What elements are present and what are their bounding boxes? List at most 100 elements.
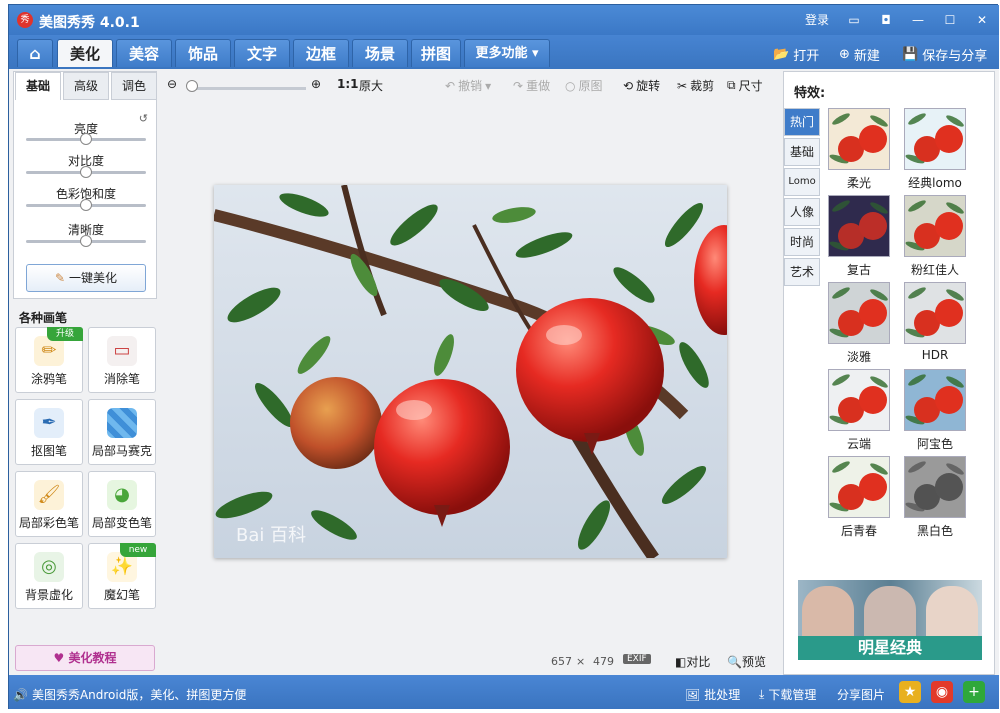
adjust-subtabs: 基础 高级 调色 bbox=[14, 72, 158, 100]
pomegranate-image: Bai 百科 bbox=[214, 185, 727, 558]
tab-accessory[interactable]: 饰品 bbox=[175, 39, 231, 67]
slider-knob[interactable] bbox=[80, 199, 92, 211]
exif-badge[interactable]: EXIF bbox=[623, 654, 651, 664]
tab-more[interactable]: 更多功能 ▾ bbox=[464, 39, 550, 67]
tab-frame[interactable]: 边框 bbox=[293, 39, 349, 67]
original-button[interactable]: ○ 原图 bbox=[565, 77, 603, 94]
effect-category-fashion[interactable]: 时尚 bbox=[784, 228, 820, 256]
redo-button[interactable]: ↷ 重做 bbox=[513, 77, 550, 94]
effect-thumbnail[interactable] bbox=[904, 282, 966, 344]
brush-magic[interactable]: ✨ 魔幻笔 new bbox=[88, 543, 156, 609]
zoom-in-icon[interactable]: ⊕ bbox=[311, 77, 321, 91]
promo-banner[interactable]: 明星经典 bbox=[798, 580, 982, 660]
preview-button[interactable]: 🔍预览 bbox=[727, 653, 766, 670]
effect-category-basic[interactable]: 基础 bbox=[784, 138, 820, 166]
slider-contrast[interactable] bbox=[26, 166, 146, 178]
mosaic-icon bbox=[107, 408, 137, 438]
tab-face[interactable]: 美容 bbox=[116, 39, 172, 67]
tab-scene[interactable]: 场景 bbox=[352, 39, 408, 67]
batch-icon: 🖼 bbox=[685, 687, 701, 702]
maximize-icon[interactable]: ☐ bbox=[943, 13, 957, 27]
brush-recolor[interactable]: ◕ 局部变色笔 bbox=[88, 471, 156, 537]
onekey-beautify-button[interactable]: ✎ 一键美化 bbox=[26, 264, 146, 292]
resize-label: 尺寸 bbox=[738, 79, 763, 93]
save-share-button[interactable]: 💾 保存与分享 bbox=[902, 45, 987, 64]
subtab-advanced[interactable]: 高级 bbox=[63, 72, 109, 100]
tab-home[interactable]: ⌂ bbox=[17, 39, 53, 67]
brush-blur-bg[interactable]: ◎ 背景虚化 bbox=[15, 543, 83, 609]
brush-color[interactable]: 🖌 局部彩色笔 bbox=[15, 471, 83, 537]
resize-icon: ⧉ bbox=[727, 78, 736, 92]
tab-beautify[interactable]: 美化 bbox=[57, 39, 113, 67]
brush-label: 局部变色笔 bbox=[91, 516, 152, 530]
message-icon[interactable]: ▭ bbox=[847, 13, 861, 27]
new-button[interactable]: ⊕ 新建 bbox=[839, 45, 880, 64]
zoom-slider[interactable] bbox=[191, 87, 306, 90]
tab-collage[interactable]: 拼图 bbox=[411, 39, 461, 67]
brush-mosaic[interactable]: 局部马赛克 bbox=[88, 399, 156, 465]
effect-thumbnail[interactable] bbox=[828, 195, 890, 257]
original-size-button[interactable]: 原大 bbox=[359, 77, 383, 94]
open-label: 打开 bbox=[793, 49, 820, 64]
effect-category-art[interactable]: 艺术 bbox=[784, 258, 820, 286]
tab-text[interactable]: 文字 bbox=[234, 39, 290, 67]
effect-thumbnail[interactable] bbox=[828, 456, 890, 518]
tutorial-button[interactable]: ♥ 美化教程 bbox=[15, 645, 155, 671]
login-link[interactable]: 登录 bbox=[805, 11, 829, 28]
main-photo[interactable]: Bai 百科 bbox=[214, 185, 727, 558]
subtab-color[interactable]: 调色 bbox=[111, 72, 157, 100]
promo-link[interactable]: 🔊 美图秀秀Android版，美化、拼图更方便 bbox=[13, 686, 246, 703]
effect-thumbnail[interactable] bbox=[828, 108, 890, 170]
speaker-icon: 🔊 bbox=[13, 687, 28, 702]
brush-doodle[interactable]: ✏ 涂鸦笔 升级 bbox=[15, 327, 83, 393]
eraser-icon: ▭ bbox=[107, 336, 137, 366]
undo-dropdown-icon[interactable]: ▾ bbox=[485, 79, 491, 93]
effect-thumbnail[interactable] bbox=[828, 282, 890, 344]
undo-button[interactable]: ↶ 撤销 ▾ bbox=[445, 77, 491, 94]
skin-icon[interactable]: ◘ bbox=[879, 13, 893, 27]
slider-saturation[interactable] bbox=[26, 199, 146, 211]
download-manager-button[interactable]: ⤓ 下载管理 bbox=[759, 686, 816, 703]
effect-label: 后青春 bbox=[840, 524, 877, 538]
subtab-basic[interactable]: 基础 bbox=[15, 72, 61, 100]
effect-category-lomo[interactable]: Lomo bbox=[784, 168, 820, 196]
effect-category-hot[interactable]: 热门 bbox=[784, 108, 820, 136]
add-icon[interactable]: + bbox=[963, 681, 985, 703]
effect-thumbnail[interactable] bbox=[828, 369, 890, 431]
effect-thumbnail[interactable] bbox=[904, 456, 966, 518]
zoom-out-icon[interactable]: ⊖ bbox=[167, 77, 177, 91]
slider-knob[interactable] bbox=[80, 235, 92, 247]
brush-label: 消除笔 bbox=[103, 372, 140, 386]
home-icon: ⌂ bbox=[29, 44, 41, 63]
star-icon[interactable]: ★ bbox=[899, 681, 921, 703]
open-button[interactable]: 📂 打开 bbox=[773, 45, 819, 64]
slider-knob[interactable] bbox=[80, 133, 92, 145]
actual-size-ratio[interactable]: 1:1 bbox=[337, 77, 359, 91]
minimize-icon[interactable]: — bbox=[911, 13, 925, 27]
effect-category-portrait[interactable]: 人像 bbox=[784, 198, 820, 226]
brush-cutout[interactable]: ✒ 抠图笔 bbox=[15, 399, 83, 465]
close-icon[interactable]: ✕ bbox=[975, 13, 989, 27]
weibo-icon[interactable]: ◉ bbox=[931, 681, 953, 703]
crop-button[interactable]: ✂ 裁剪 bbox=[677, 77, 714, 94]
slider-brightness[interactable] bbox=[26, 133, 146, 145]
effect-thumbnail[interactable] bbox=[904, 195, 966, 257]
share-button[interactable]: 分享图片 bbox=[837, 686, 885, 703]
undo-label: 撤销 bbox=[458, 79, 483, 93]
brush-eraser[interactable]: ▭ 消除笔 bbox=[88, 327, 156, 393]
effect-label: 柔光 bbox=[846, 176, 871, 190]
new-badge: new bbox=[120, 543, 156, 557]
effect-label: 粉红佳人 bbox=[910, 263, 959, 277]
adjust-box: 基础 高级 调色 ↺ 亮度 对比度 色彩饱和度 清晰度 ✎ 一键美化 bbox=[13, 71, 157, 299]
effect-thumbnail[interactable] bbox=[904, 108, 966, 170]
brushes-title: 各种画笔 bbox=[19, 311, 68, 325]
slider-sharpness[interactable] bbox=[26, 235, 146, 247]
slider-knob[interactable] bbox=[80, 166, 92, 178]
resize-button[interactable]: ⧉ 尺寸 bbox=[727, 77, 763, 94]
zoom-knob[interactable] bbox=[186, 80, 198, 92]
effect-thumbnail[interactable] bbox=[904, 369, 966, 431]
rotate-button[interactable]: ⟲ 旋转 bbox=[623, 77, 660, 94]
batch-button[interactable]: 🖼 批处理 bbox=[685, 686, 740, 703]
compare-button[interactable]: ◧对比 bbox=[675, 653, 710, 670]
save-icon: 💾 bbox=[902, 47, 919, 62]
